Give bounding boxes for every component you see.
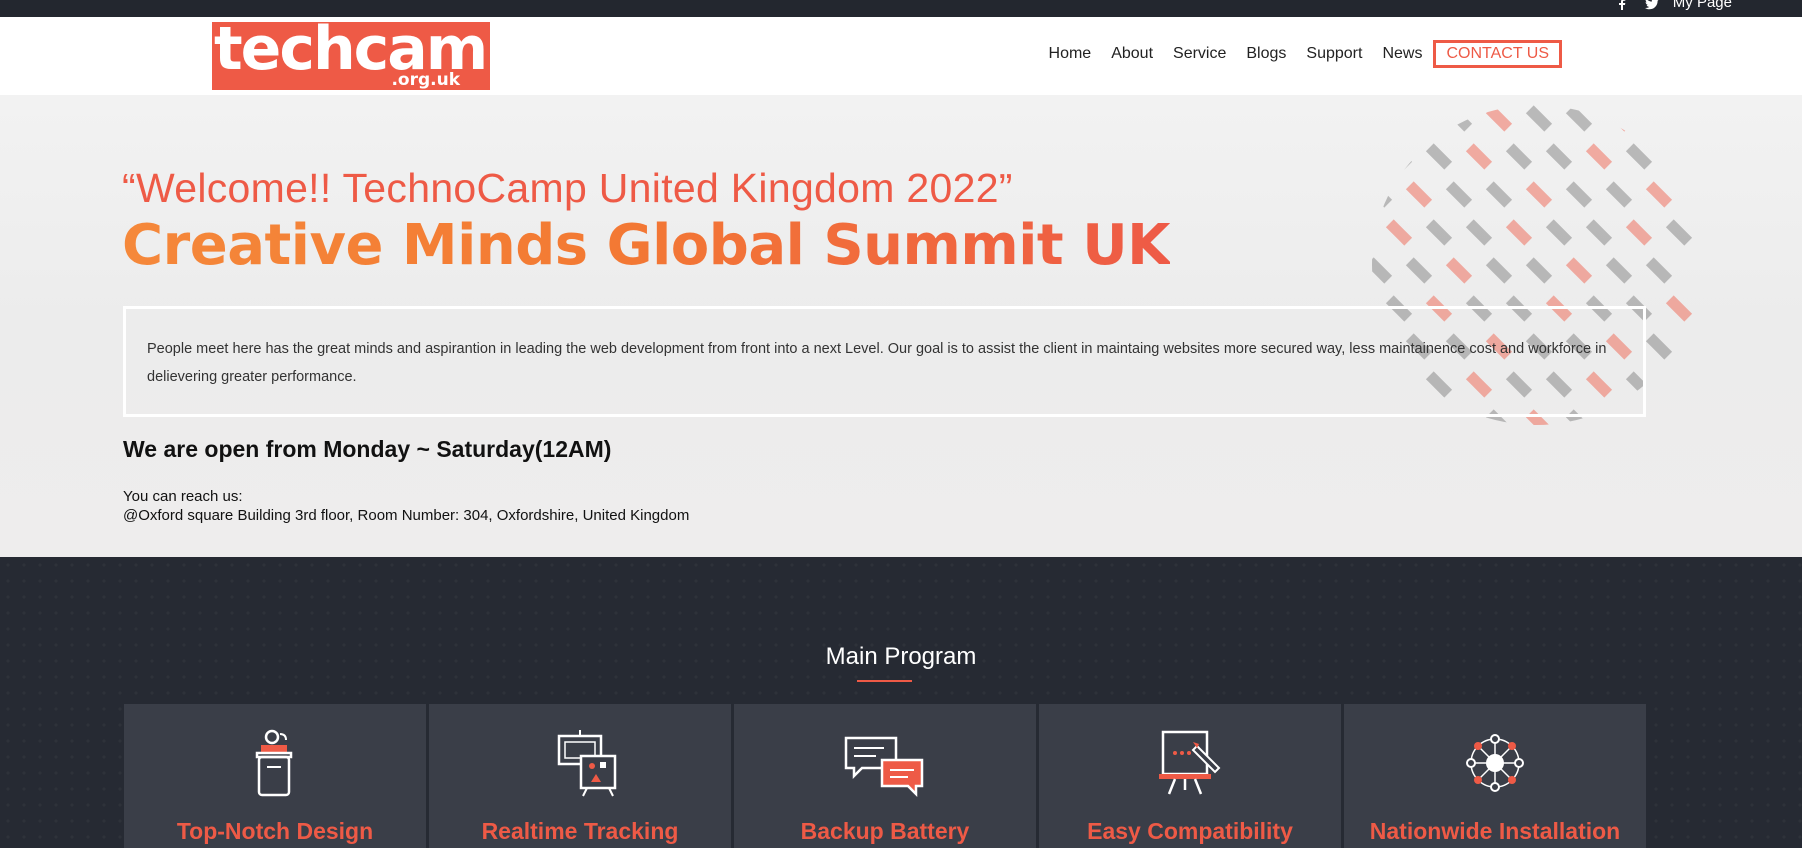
pattern-tile xyxy=(1485,257,1513,284)
pattern-tile xyxy=(1372,105,1393,132)
pattern-tile xyxy=(1505,143,1533,170)
presentation-board-icon xyxy=(535,728,625,798)
podium-icon xyxy=(230,728,320,798)
pattern-tile xyxy=(1385,219,1413,246)
card-label: Backup Battery xyxy=(800,818,970,844)
program-card[interactable]: Easy Compatibility xyxy=(1039,704,1341,848)
top-bar: My Page xyxy=(0,0,1802,17)
pattern-tile xyxy=(1372,181,1393,208)
nav-news[interactable]: News xyxy=(1372,41,1432,67)
social-links: My Page xyxy=(1617,0,1732,11)
pattern-tile xyxy=(1445,257,1473,284)
pattern-tile xyxy=(1645,333,1673,360)
pattern-tile xyxy=(1465,143,1493,170)
program-card[interactable]: Realtime Tracking xyxy=(429,704,731,848)
pattern-tile xyxy=(1545,219,1573,246)
pattern-tile xyxy=(1385,143,1413,170)
card-label: Top-Notch Design xyxy=(176,818,374,844)
pattern-tile xyxy=(1605,257,1633,284)
pattern-tile xyxy=(1645,409,1673,425)
logo-subtext: .org.uk xyxy=(391,70,460,90)
main-program-section: Main Program Top-Notch Design Realtime T… xyxy=(0,557,1802,848)
main-nav: Home About Service Blogs Support News CO… xyxy=(1039,40,1562,68)
pattern-tile xyxy=(1665,295,1693,322)
pattern-tile xyxy=(1445,181,1473,208)
contact-us-button[interactable]: CONTACT US xyxy=(1433,40,1562,68)
pattern-tile xyxy=(1665,219,1693,246)
welcome-heading: “Welcome!! TechnoCamp United Kingdom 202… xyxy=(122,165,1013,211)
pattern-tile xyxy=(1645,105,1673,132)
pattern-tile xyxy=(1525,257,1553,284)
facebook-icon[interactable] xyxy=(1617,0,1627,10)
pattern-tile xyxy=(1645,181,1673,208)
card-label: Realtime Tracking xyxy=(481,818,679,844)
pattern-tile xyxy=(1372,257,1393,284)
pattern-tile xyxy=(1405,181,1433,208)
program-title: Main Program xyxy=(825,643,977,670)
pattern-tile xyxy=(1565,105,1593,132)
pattern-tile xyxy=(1565,181,1593,208)
pattern-tile xyxy=(1525,105,1553,132)
pattern-tile xyxy=(1425,219,1453,246)
nav-home[interactable]: Home xyxy=(1039,41,1102,67)
site-header: techcamp .org.uk Home About Service Blog… xyxy=(0,17,1802,95)
easel-pen-icon xyxy=(1145,728,1235,798)
pattern-tile xyxy=(1585,143,1613,170)
pattern-tile xyxy=(1425,143,1453,170)
pattern-tile xyxy=(1485,105,1513,132)
hero-section: “Welcome!! TechnoCamp United Kingdom 202… xyxy=(0,95,1802,557)
pattern-tile xyxy=(1465,219,1493,246)
contact-address: You can reach us: @Oxford square Buildin… xyxy=(123,487,689,525)
pattern-tile xyxy=(1665,143,1693,170)
program-card[interactable]: Top-Notch Design xyxy=(124,704,426,848)
summit-title: Creative Minds Global Summit UK xyxy=(122,213,1171,278)
opening-hours: We are open from Monday ~ Saturday(12AM) xyxy=(123,436,612,462)
my-page-link[interactable]: My Page xyxy=(1673,0,1732,11)
program-cards: Top-Notch Design Realtime Tracking Backu… xyxy=(124,704,1646,848)
pattern-tile xyxy=(1605,105,1633,132)
pattern-tile xyxy=(1405,105,1433,132)
site-logo[interactable]: techcamp .org.uk xyxy=(212,22,490,90)
nav-blogs[interactable]: Blogs xyxy=(1236,41,1296,67)
pattern-tile xyxy=(1605,181,1633,208)
network-icon xyxy=(1450,728,1540,798)
pattern-tile xyxy=(1665,371,1693,398)
nav-support[interactable]: Support xyxy=(1296,41,1372,67)
nav-about[interactable]: About xyxy=(1101,41,1163,67)
title-underline xyxy=(857,680,912,682)
pattern-tile xyxy=(1565,257,1593,284)
twitter-icon[interactable] xyxy=(1644,0,1658,9)
chat-bubbles-icon xyxy=(840,728,930,798)
pattern-tile xyxy=(1405,257,1433,284)
pattern-tile xyxy=(1545,143,1573,170)
pattern-tile xyxy=(1485,181,1513,208)
card-label: Nationwide Installation xyxy=(1369,818,1621,844)
intro-box: People meet here has the great minds and… xyxy=(123,306,1646,417)
pattern-tile xyxy=(1505,219,1533,246)
program-card[interactable]: Nationwide Installation xyxy=(1344,704,1646,848)
intro-text: People meet here has the great minds and… xyxy=(147,341,1607,385)
card-label: Easy Compatibility xyxy=(1087,818,1293,844)
address-text: @Oxford square Building 3rd floor, Room … xyxy=(123,507,690,524)
pattern-tile xyxy=(1645,257,1673,284)
reach-label: You can reach us: xyxy=(123,488,243,505)
pattern-tile xyxy=(1625,219,1653,246)
nav-service[interactable]: Service xyxy=(1163,41,1236,67)
pattern-tile xyxy=(1625,143,1653,170)
pattern-tile xyxy=(1585,219,1613,246)
pattern-tile xyxy=(1445,105,1473,132)
pattern-tile xyxy=(1525,181,1553,208)
program-card[interactable]: Backup Battery xyxy=(734,704,1036,848)
